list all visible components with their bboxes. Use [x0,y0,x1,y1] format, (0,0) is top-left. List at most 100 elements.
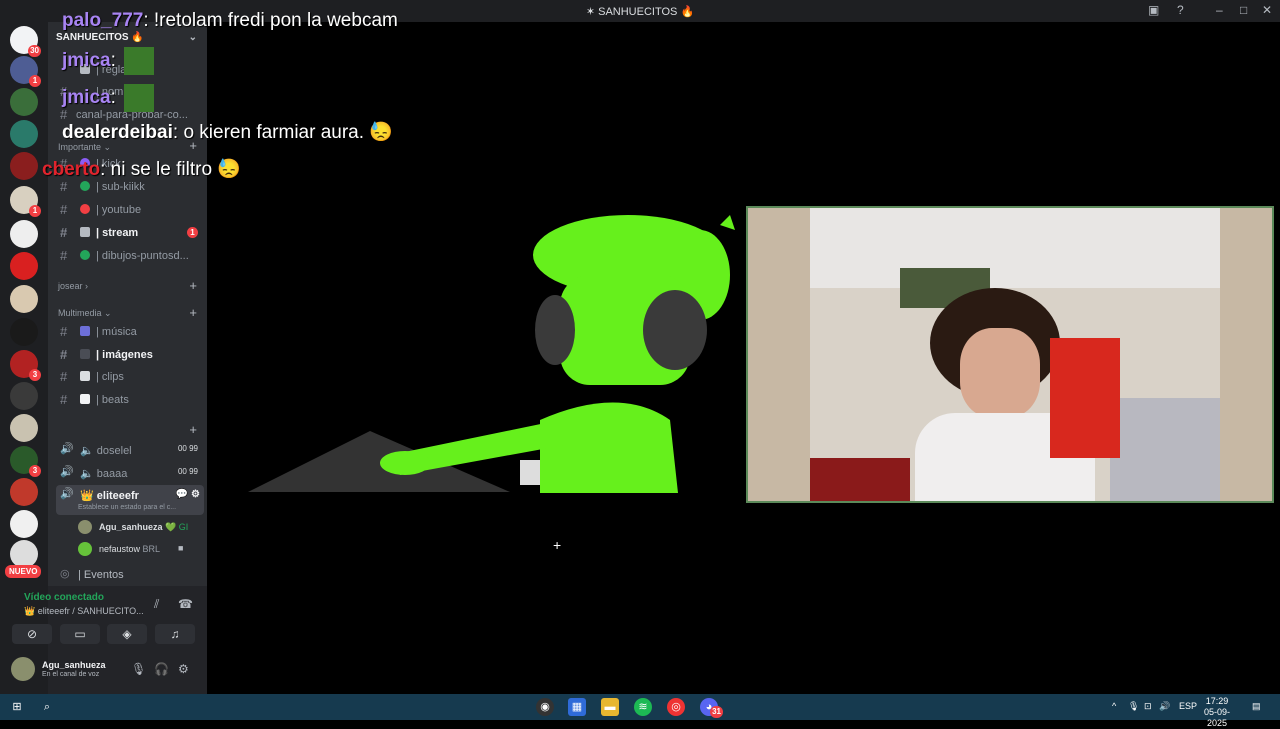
chrome-icon[interactable]: ◎ [667,698,685,716]
folder-icon[interactable]: ▬ [601,698,619,716]
crosshair-cursor: + [553,537,562,553]
channel-dibujos[interactable]: # | dibujos-puntosd... [56,246,204,266]
music-note-icon [80,326,90,336]
hash-icon: # [60,369,68,384]
emote-image [123,84,154,112]
server-icon[interactable] [10,120,38,148]
server-icon[interactable] [10,510,38,538]
voice-channel-actions[interactable]: 💬 ⚙ [176,489,200,500]
server-icon[interactable] [10,220,38,248]
chat-message: cberto: ni se le filtro 😓 [42,159,241,180]
taskbar: ⊞ ⌕ ◉ ▦ ▬ ≋ ◎ ◕ 31 ^ 🎙 ⊡ 🔊 ESP 17:29 05-09… [0,694,1280,728]
network-icon[interactable]: ⊡ [1144,701,1152,712]
server-icon[interactable] [10,318,38,346]
hash-icon: # [60,392,68,407]
help-icon[interactable]: ? [1177,3,1184,17]
disconnect-icon[interactable]: ☎ [178,597,193,611]
channel-clips[interactable]: # | clips [56,367,204,387]
hash-icon: # [60,248,68,263]
speaker-icon: 🔊 [60,466,74,478]
webcam-video [810,208,1220,501]
voice-channel-eliteeefr[interactable]: 🔊 👑 eliteeefr 💬 ⚙ Establece un estado pa… [56,485,204,515]
clock[interactable]: 17:29 05-09-2025 [1200,696,1234,729]
category-josear[interactable]: josear › [58,281,88,291]
volume-icon[interactable]: 🔊 [1159,701,1170,712]
discord-icon[interactable]: ◕ 31 [700,698,723,718]
speaker-icon: 🔈 [80,468,97,480]
channel-beats[interactable]: # | beats [56,390,204,410]
server-header[interactable]: SANHUECITOS 🔥 ⌄ [56,32,201,43]
new-badge: NUEVO [5,565,42,578]
voice-channel-baaaa[interactable]: 🔊 🔈 baaaa 00 99 [56,463,204,483]
add-channel-icon[interactable]: + [189,278,197,293]
server-icon[interactable] [10,252,38,280]
settings-gear-icon[interactable]: ⚙ [178,662,189,676]
camera-button[interactable]: ⊘ [12,624,52,644]
spotify-icon[interactable]: ≋ [634,698,652,716]
channel-stream[interactable]: # | stream 1 [56,223,204,243]
noise-suppression-icon[interactable]: ⫽ [154,597,159,612]
clip-icon [80,371,90,381]
stream-drawing [248,215,735,493]
activity-button[interactable]: ◈ [107,624,147,644]
category-multimedia[interactable]: Multimedia ⌄ [58,308,112,319]
hash-icon: # [60,225,68,240]
language-indicator[interactable]: ESP [1179,701,1197,711]
chat-message: palo_777: !retolam fredi pon la webcam [62,10,398,31]
video-icon: ■ [178,543,184,553]
server-icon[interactable]: 1 [10,186,41,217]
maximize-button[interactable]: □ [1240,3,1247,17]
speaker-icon: 🔊 [60,443,74,455]
store-icon[interactable]: ▦ [568,698,586,716]
server-icon[interactable] [10,382,38,410]
emote-image [123,47,154,75]
server-icon[interactable] [10,478,38,506]
channel-youtube[interactable]: # | youtube [56,200,204,220]
inbox-icon[interactable]: ▣ [1148,3,1159,17]
image-icon [80,349,90,359]
window-title-icon: ✶ [585,6,599,18]
chevron-down-icon: ⌄ [188,32,197,43]
chat-message: jmica: [62,47,154,75]
obs-icon[interactable]: ◉ [536,698,554,716]
add-channel-icon[interactable]: + [189,422,197,437]
crown-icon: 👑 [80,490,97,502]
screen-share-button[interactable]: ▭ [60,624,100,644]
notification-icon[interactable]: ▤ [1252,701,1261,712]
voice-connected-status[interactable]: Vídeo conectado [24,592,104,603]
headphones-icon[interactable]: 🎧 [154,662,169,676]
server-icon[interactable] [10,285,38,313]
close-button[interactable]: ✕ [1262,3,1272,17]
speaker-icon: 🔈 [80,445,97,457]
server-icon[interactable]: 3 [10,350,41,381]
voice-channel-path[interactable]: 👑 eliteeefr / SANHUECITO... [24,606,144,617]
username[interactable]: Agu_sanhueza [42,660,106,670]
soundboard-button[interactable]: ♫ [155,624,195,644]
channel-musica[interactable]: # | música [56,322,204,342]
direct-messages-icon[interactable]: 30 [10,26,41,57]
piano-icon [80,394,90,404]
channel-status-text[interactable]: Establece un estado para el c... [78,504,176,511]
microphone-icon[interactable]: 🎙 [131,662,146,676]
green-circle-icon [80,181,90,191]
server-icon[interactable] [10,414,38,442]
events-item[interactable]: ◎ | Eventos [56,565,204,585]
chevron-up-icon[interactable]: ^ [1112,701,1116,711]
channel-imagenes[interactable]: # | imágenes [56,345,204,365]
server-icon[interactable]: 3 [10,446,41,477]
server-icon[interactable] [10,540,38,568]
search-icon[interactable]: ⌕ [38,698,56,716]
server-icon[interactable]: 1 [10,56,41,87]
add-channel-icon[interactable]: + [189,305,197,320]
server-icon[interactable] [10,88,38,116]
avatar[interactable] [11,657,35,681]
paint-icon [80,250,90,260]
windows-start-icon[interactable]: ⊞ [8,698,26,716]
minimize-button[interactable]: – [1216,3,1223,17]
avatar [78,520,92,534]
microphone-icon[interactable]: 🎙 [1128,701,1139,712]
voice-channel-doselel[interactable]: 🔊 🔈 doselel 00 99 [56,440,204,460]
mention-badge: 1 [187,227,198,238]
server-icon[interactable] [10,152,38,180]
crown-icon: 👑 [24,606,38,616]
